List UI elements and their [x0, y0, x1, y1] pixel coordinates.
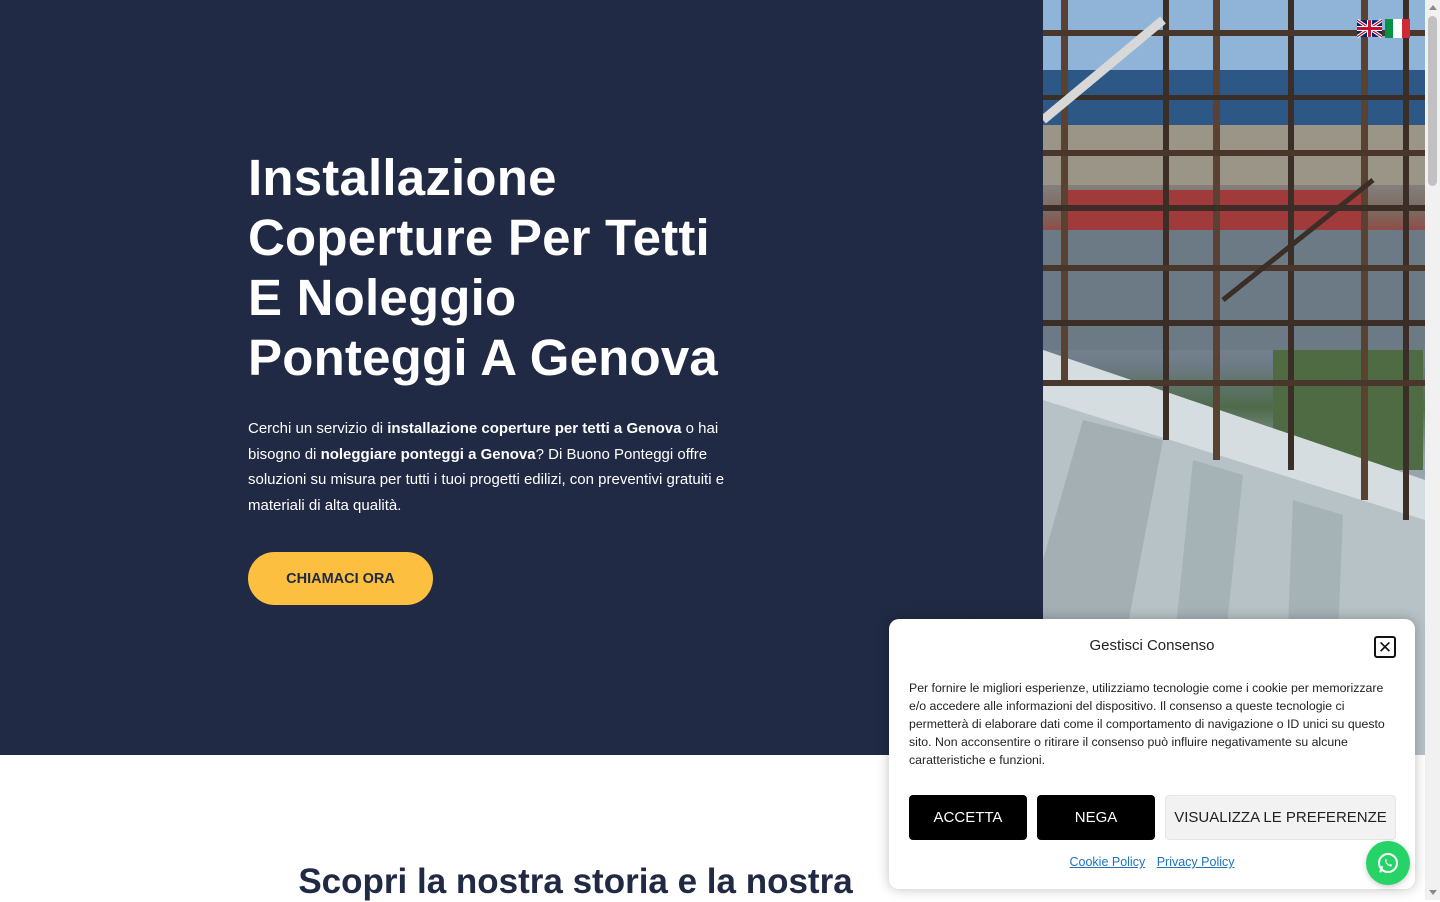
accept-button[interactable]: ACCETTA: [909, 795, 1027, 840]
hero-description: Cerchi un servizio di installazione cope…: [248, 416, 743, 518]
hero-text-bold: noleggiare ponteggi a Genova: [320, 445, 536, 463]
scroll-down-arrow-icon[interactable]: [1429, 890, 1437, 895]
hero-content: Installazione Coperture Per Tetti E Nole…: [248, 148, 748, 518]
close-icon[interactable]: ✕: [1374, 636, 1396, 658]
cookie-policy-link[interactable]: Cookie Policy: [1069, 855, 1145, 869]
deny-button[interactable]: NEGA: [1037, 795, 1155, 840]
scrollbar-thumb[interactable]: [1428, 16, 1437, 186]
page-scrollbar[interactable]: [1425, 0, 1440, 900]
consent-title: Gestisci Consenso: [1089, 637, 1215, 654]
uk-flag-icon[interactable]: [1357, 19, 1382, 38]
scroll-up-arrow-icon[interactable]: [1429, 5, 1437, 10]
whatsapp-icon: [1378, 853, 1398, 873]
consent-buttons: ACCETTA NEGA VISUALIZZA LE PREFERENZE: [909, 795, 1396, 840]
view-preferences-button[interactable]: VISUALIZZA LE PREFERENZE: [1165, 795, 1396, 840]
hero-title: Installazione Coperture Per Tetti E Nole…: [248, 149, 718, 386]
privacy-policy-link[interactable]: Privacy Policy: [1157, 855, 1235, 869]
call-now-button[interactable]: CHIAMACI ORA: [248, 552, 433, 605]
cookie-consent-dialog: Gestisci Consenso ✕ Per fornire le migli…: [889, 619, 1415, 889]
language-switcher: [1357, 19, 1410, 38]
story-section-title-text: Scopri la nostra storia e la nostra: [298, 862, 853, 901]
consent-text: Per fornire le migliori esperienze, util…: [909, 681, 1385, 767]
whatsapp-button[interactable]: [1366, 841, 1410, 885]
italy-flag-icon[interactable]: [1385, 19, 1410, 38]
hero-text-bold: installazione coperture per tetti a Geno…: [387, 420, 682, 437]
consent-links: Cookie Policy Privacy Policy: [889, 855, 1415, 869]
hero-text-part: Cerchi un servizio di: [248, 420, 388, 437]
